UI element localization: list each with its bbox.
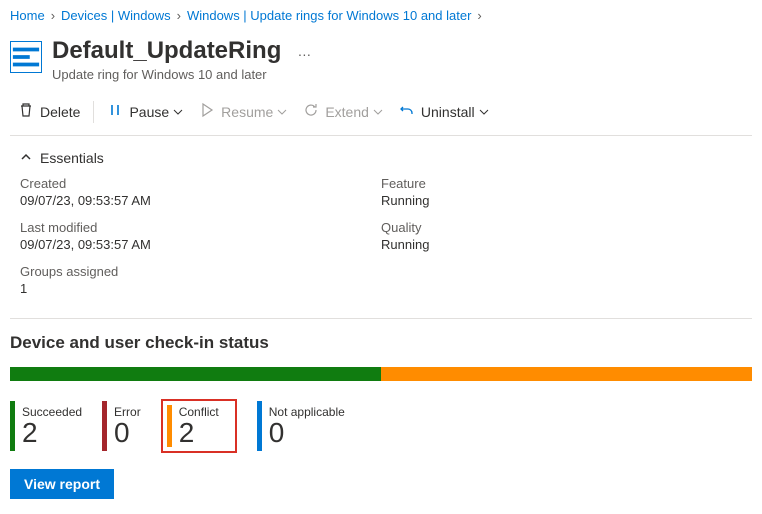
pause-button[interactable]: Pause bbox=[99, 98, 191, 125]
essentials-value: 1 bbox=[20, 281, 381, 296]
uninstall-button[interactable]: Uninstall bbox=[391, 98, 497, 125]
essentials-value: Running bbox=[381, 193, 742, 208]
status-bar bbox=[10, 367, 752, 381]
chevron-down-icon bbox=[373, 104, 383, 120]
status-count: 0 bbox=[114, 419, 141, 447]
resource-icon bbox=[10, 41, 42, 73]
essentials-item-lastmodified: Last modified 09/07/23, 09:53:57 AM bbox=[20, 220, 381, 252]
toolbar-separator bbox=[93, 101, 94, 123]
essentials-value: 09/07/23, 09:53:57 AM bbox=[20, 193, 381, 208]
delete-label: Delete bbox=[40, 104, 80, 120]
status-card-succeeded[interactable]: Succeeded 2 bbox=[10, 399, 82, 453]
status-card-notapplicable[interactable]: Not applicable 0 bbox=[257, 399, 345, 453]
essentials-item-quality: Quality Running bbox=[381, 220, 742, 252]
chevron-down-icon bbox=[173, 104, 183, 120]
essentials-left-column: Created 09/07/23, 09:53:57 AM Last modif… bbox=[20, 176, 381, 308]
essentials-title: Essentials bbox=[40, 150, 104, 166]
chevron-down-icon bbox=[277, 104, 287, 120]
essentials-label: Feature bbox=[381, 176, 742, 191]
status-accent bbox=[257, 401, 262, 451]
trash-icon bbox=[18, 102, 40, 121]
chevron-down-icon bbox=[479, 104, 489, 120]
pause-icon bbox=[107, 102, 129, 121]
essentials-item-groups: Groups assigned 1 bbox=[20, 264, 381, 296]
chevron-up-icon bbox=[20, 150, 40, 166]
breadcrumb-home[interactable]: Home bbox=[10, 8, 45, 23]
undo-icon bbox=[399, 102, 421, 121]
resume-button: Resume bbox=[191, 98, 295, 125]
status-bar-segment-succeeded bbox=[10, 367, 381, 381]
essentials-toggle[interactable]: Essentials bbox=[20, 150, 742, 166]
essentials-label: Groups assigned bbox=[20, 264, 381, 279]
toolbar: Delete Pause Resume Extend Uninstall bbox=[10, 94, 752, 136]
status-section-title: Device and user check-in status bbox=[10, 333, 752, 353]
status-card-conflict[interactable]: Conflict 2 bbox=[161, 399, 237, 453]
uninstall-label: Uninstall bbox=[421, 104, 475, 120]
status-card-error[interactable]: Error 0 bbox=[102, 399, 141, 453]
more-actions-button[interactable]: … bbox=[297, 43, 312, 59]
play-icon bbox=[199, 102, 221, 121]
essentials-label: Last modified bbox=[20, 220, 381, 235]
essentials-label: Quality bbox=[381, 220, 742, 235]
status-cards: Succeeded 2 Error 0 Conflict 2 Not appli… bbox=[10, 399, 752, 453]
essentials-value: Running bbox=[381, 237, 742, 252]
essentials-right-column: Feature Running Quality Running bbox=[381, 176, 742, 308]
status-count: 0 bbox=[269, 419, 345, 447]
page-subtitle: Update ring for Windows 10 and later bbox=[52, 67, 752, 82]
chevron-right-icon: › bbox=[177, 8, 181, 23]
essentials-value: 09/07/23, 09:53:57 AM bbox=[20, 237, 381, 252]
refresh-icon bbox=[303, 102, 325, 121]
page-header: Default_UpdateRing … Update ring for Win… bbox=[10, 31, 752, 94]
chevron-right-icon: › bbox=[51, 8, 55, 23]
chevron-right-icon: › bbox=[477, 8, 481, 23]
extend-label: Extend bbox=[325, 104, 369, 120]
status-accent bbox=[10, 401, 15, 451]
status-bar-segment-conflict bbox=[381, 367, 752, 381]
resume-label: Resume bbox=[221, 104, 273, 120]
status-accent bbox=[167, 405, 172, 447]
breadcrumb-update-rings[interactable]: Windows | Update rings for Windows 10 an… bbox=[187, 8, 471, 23]
essentials-section: Essentials Created 09/07/23, 09:53:57 AM… bbox=[10, 136, 752, 314]
essentials-item-created: Created 09/07/23, 09:53:57 AM bbox=[20, 176, 381, 208]
breadcrumb: Home › Devices | Windows › Windows | Upd… bbox=[10, 0, 752, 31]
status-count: 2 bbox=[179, 419, 219, 447]
page-title: Default_UpdateRing bbox=[52, 37, 281, 65]
delete-button[interactable]: Delete bbox=[10, 98, 88, 125]
breadcrumb-devices[interactable]: Devices | Windows bbox=[61, 8, 171, 23]
view-report-button[interactable]: View report bbox=[10, 469, 114, 499]
section-divider bbox=[10, 318, 752, 319]
status-count: 2 bbox=[22, 419, 82, 447]
status-accent bbox=[102, 401, 107, 451]
extend-button: Extend bbox=[295, 98, 391, 125]
pause-label: Pause bbox=[129, 104, 169, 120]
essentials-label: Created bbox=[20, 176, 381, 191]
essentials-item-feature: Feature Running bbox=[381, 176, 742, 208]
